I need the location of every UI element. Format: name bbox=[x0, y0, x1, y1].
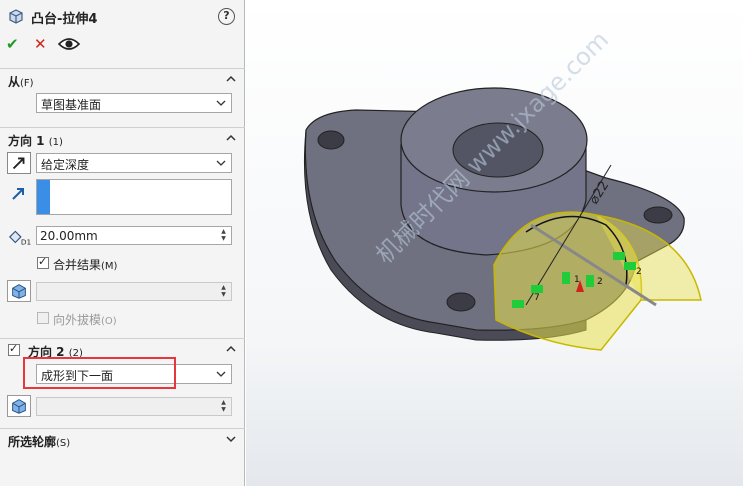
direction2-offset-input[interactable]: ▲ ▼ bbox=[36, 397, 232, 416]
start-condition-select[interactable]: 草图基准面 bbox=[36, 93, 232, 113]
chevron-down-icon[interactable] bbox=[225, 433, 237, 445]
relation-marker-3[interactable] bbox=[562, 272, 570, 284]
draft-icon[interactable] bbox=[7, 280, 31, 302]
selected-contours-title: 所选轮廓 bbox=[8, 435, 57, 449]
marker-label-4: 2 bbox=[636, 267, 642, 277]
bolt-hole-1 bbox=[317, 130, 345, 150]
reverse-direction-icon[interactable] bbox=[7, 152, 31, 174]
direction2-face-icon[interactable] bbox=[7, 395, 31, 417]
draft-outward-shortcut: (O) bbox=[101, 316, 117, 327]
from-shortcut: (F) bbox=[20, 78, 34, 89]
chevron-down-icon bbox=[216, 100, 226, 106]
relation-marker-2[interactable] bbox=[531, 285, 543, 293]
chevron-down-icon bbox=[216, 371, 226, 377]
relation-marker-1[interactable] bbox=[512, 300, 524, 308]
direction1-section-header[interactable]: 方向 1 (1) bbox=[0, 127, 245, 149]
cancel-button[interactable]: ✕ bbox=[34, 35, 47, 53]
help-icon[interactable]: ? bbox=[218, 8, 235, 25]
end-condition-value: 给定深度 bbox=[41, 158, 90, 172]
start-condition-value: 草图基准面 bbox=[41, 98, 102, 112]
end-condition-select[interactable]: 给定深度 bbox=[36, 153, 232, 173]
chevron-up-icon[interactable] bbox=[225, 132, 237, 144]
feature-title: 凸台-拉伸4 bbox=[31, 12, 98, 27]
marker-label-2: 2 bbox=[597, 277, 603, 287]
merge-result-checkbox[interactable] bbox=[37, 255, 49, 269]
depth-dimension-icon: D1 bbox=[8, 230, 31, 246]
selected-contours-section-header[interactable]: 所选轮廓(S) bbox=[0, 428, 245, 450]
preview-eye-icon[interactable] bbox=[58, 36, 80, 52]
chevron-down-icon bbox=[216, 160, 226, 166]
direction-vector-icon[interactable] bbox=[8, 183, 32, 205]
graphics-area[interactable]: ⌀22 7 2 1 2 机械时代网 www.jxage.com bbox=[246, 0, 743, 486]
direction2-checkbox[interactable] bbox=[8, 342, 20, 356]
relation-marker-4[interactable] bbox=[586, 275, 594, 287]
ok-button[interactable]: ✔ bbox=[6, 35, 19, 53]
draft-angle-input[interactable]: ▲ ▼ bbox=[36, 282, 232, 301]
direction1-title: 方向 1 bbox=[8, 134, 45, 148]
draft-outward-checkbox[interactable] bbox=[37, 312, 49, 324]
relation-marker-5[interactable] bbox=[613, 252, 625, 260]
svg-text:D1: D1 bbox=[21, 237, 31, 246]
bolt-hole-3 bbox=[446, 292, 476, 312]
draft-angle-spinner[interactable]: ▲ ▼ bbox=[217, 284, 230, 299]
relation-marker-6[interactable] bbox=[624, 262, 636, 270]
bolt-hole-2 bbox=[643, 206, 673, 224]
direction1-shortcut: (1) bbox=[48, 137, 63, 148]
chevron-up-icon[interactable] bbox=[225, 73, 237, 85]
selection-highlight-bar bbox=[37, 180, 50, 214]
depth-spinner[interactable]: ▲ ▼ bbox=[217, 228, 230, 243]
selected-contours-shortcut: (S) bbox=[56, 438, 71, 449]
extrude-boss-icon bbox=[9, 9, 23, 24]
marker-label-1: 7 bbox=[534, 293, 540, 303]
merge-result-label: 合并结果 bbox=[53, 258, 102, 272]
direction-reference-list[interactable] bbox=[36, 179, 232, 215]
3d-model-view[interactable]: ⌀22 7 2 1 2 机械时代网 www.jxage.com bbox=[246, 0, 743, 486]
draft-outward-label: 向外拔模 bbox=[53, 313, 102, 327]
feature-title-bar: 凸台-拉伸4 ? bbox=[0, 0, 245, 32]
depth-value: 20.00mm bbox=[40, 229, 98, 243]
property-manager: 凸台-拉伸4 ? ✔ ✕ 从(F) 草图基准面 方向 1 (1) 给定深度 D1 bbox=[0, 0, 245, 486]
chevron-up-icon[interactable] bbox=[225, 343, 237, 355]
direction2-offset-spinner[interactable]: ▲ ▼ bbox=[217, 399, 230, 414]
depth-input[interactable]: 20.00mm ▲ ▼ bbox=[36, 226, 232, 245]
highlight-box bbox=[23, 357, 176, 389]
merge-result-shortcut: (M) bbox=[101, 261, 118, 272]
from-section-header[interactable]: 从(F) bbox=[0, 68, 245, 90]
from-title: 从 bbox=[8, 75, 21, 89]
